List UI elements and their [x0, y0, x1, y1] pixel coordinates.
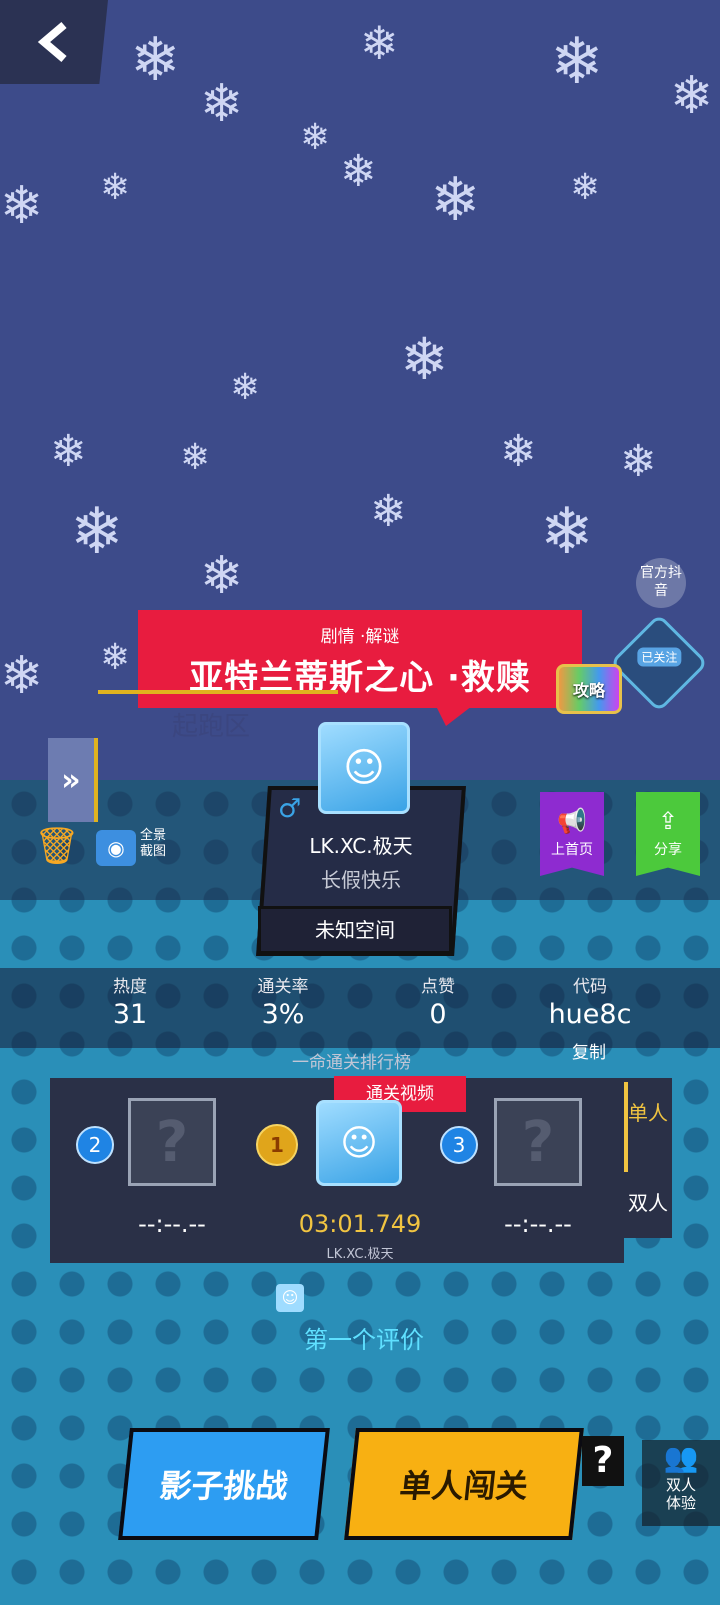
rank-badge-3: 3	[440, 1126, 478, 1164]
strategy-button[interactable]: 攻略	[556, 664, 622, 714]
snowflake-icon: ❄	[230, 367, 261, 408]
snowflake-icon: ❄	[0, 176, 44, 236]
snowflake-icon: ❄	[300, 117, 331, 158]
rank-badge-2: 2	[76, 1126, 114, 1164]
rank-1-player: LK.XC.极天	[326, 1247, 394, 1262]
snowflake-icon: ❄	[200, 74, 244, 134]
snowflake-icon: ❄	[360, 16, 399, 70]
author-space[interactable]: 未知空间	[258, 906, 452, 954]
likes-label: 点赞	[421, 977, 455, 997]
rank-3-time: --:--.--	[504, 1210, 572, 1238]
back-button[interactable]	[0, 0, 108, 84]
snowflake-icon: ❄	[670, 66, 714, 126]
share-icon: ⇪	[657, 807, 679, 835]
clear-rate-value: 3%	[261, 999, 305, 1030]
rank-badge-1: 1	[256, 1124, 298, 1166]
code-label: 代码	[573, 977, 607, 997]
snowflake-icon: ❄	[500, 426, 537, 477]
duo-trial-label: 双人体验	[665, 1476, 696, 1512]
snowflake-icon: ❄	[100, 167, 131, 208]
snowflake-icon: ❄	[620, 436, 657, 487]
share-button[interactable]: ⇪ 分享	[636, 792, 700, 876]
share-label: 分享	[654, 842, 682, 858]
followed-label: 已关注	[637, 647, 682, 667]
code-value: hue8c	[548, 999, 632, 1030]
start-zone-label: 起跑区	[172, 712, 251, 742]
tab-duo[interactable]: 双人	[624, 1190, 672, 1216]
snowflake-icon: ❄	[540, 495, 594, 569]
empty-slot-avatar: ?	[494, 1098, 582, 1186]
likes-stat: 点赞 0	[408, 972, 468, 1030]
rank-1-time: 03:01.749	[298, 1210, 422, 1238]
level-tags: 剧情 ·解谜	[320, 627, 400, 647]
author-avatar[interactable]: ☺	[318, 722, 410, 814]
snowflake-icon: ❄	[370, 486, 407, 537]
snowflake-icon: ❄	[130, 25, 181, 95]
help-button[interactable]: ?	[582, 1436, 624, 1486]
camera-icon[interactable]: ◉	[96, 830, 136, 866]
start-zone: 起跑区	[98, 690, 338, 742]
two-people-icon: 👥	[663, 1441, 699, 1474]
snowflake-icon: ❄	[570, 167, 601, 208]
official-douyin-button[interactable]: 官方抖音	[636, 558, 686, 608]
likes-value: 0	[429, 999, 447, 1030]
author-name[interactable]: LK.XC.极天	[262, 830, 460, 859]
heat-stat: 热度 31	[98, 972, 162, 1030]
copy-code-button[interactable]: 复制	[572, 1038, 606, 1063]
solo-play-button[interactable]: 单人闯关	[344, 1428, 584, 1540]
empty-slot-avatar: ?	[128, 1098, 216, 1186]
author-signature: 长假快乐	[321, 868, 401, 892]
clear-rate-label: 通关率	[257, 977, 309, 997]
snowflake-icon: ❄	[430, 165, 481, 235]
winner-avatar[interactable]: ☺	[316, 1100, 402, 1186]
chevron-right-icon: »	[48, 738, 98, 822]
heat-value: 31	[112, 999, 148, 1030]
clear-rate-stat: 通关率 3%	[248, 972, 318, 1030]
back-arrow-icon	[37, 21, 67, 63]
duo-trial-button[interactable]: 👥 双人体验	[642, 1440, 720, 1526]
snowflake-icon: ❄	[340, 146, 377, 197]
snowflake-icon: ❄	[200, 546, 244, 606]
snowflake-icon: ❄	[0, 646, 44, 706]
trash-icon[interactable]: 🗑	[34, 826, 80, 868]
snowflake-icon: ❄	[180, 437, 211, 478]
heat-label: 热度	[113, 977, 147, 997]
snowflake-icon: ❄	[100, 637, 131, 678]
active-tab-indicator	[624, 1082, 628, 1172]
shadow-challenge-button[interactable]: 影子挑战	[118, 1428, 330, 1540]
feature-button[interactable]: 📢 上首页	[540, 792, 604, 876]
snowflake-icon: ❄	[550, 25, 604, 99]
feature-label: 上首页	[551, 842, 593, 858]
male-icon: ♂	[278, 794, 302, 824]
code-stat: 代码 hue8c	[540, 972, 640, 1030]
comment-avatar: ☺	[276, 1284, 304, 1312]
snowflake-icon: ❄	[400, 325, 449, 393]
megaphone-icon: 📢	[557, 807, 587, 835]
snowflake-icon: ❄	[70, 495, 124, 569]
rank-2-time: --:--.--	[138, 1210, 206, 1238]
first-comment-button[interactable]: 第一个评价	[304, 1320, 424, 1355]
tab-single[interactable]: 单人	[624, 1100, 672, 1126]
snowflake-icon: ❄	[50, 426, 87, 477]
panorama-label[interactable]: 全景截图	[140, 828, 170, 860]
leaderboard-title: 一命通关排行榜	[292, 1053, 411, 1073]
